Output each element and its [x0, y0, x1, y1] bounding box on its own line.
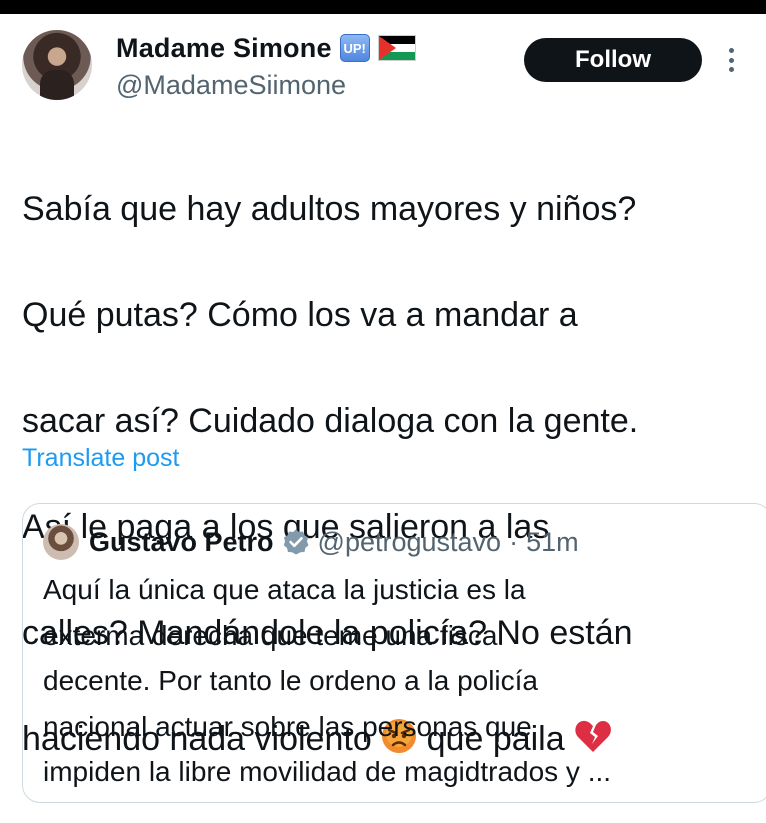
quoted-line: nacional actuar sobre las personas que	[43, 710, 532, 742]
author-name-row: Madame Simone UP!	[116, 32, 416, 64]
tweet-line: sacar así? Cuidado dialoga con la gente.	[22, 402, 639, 440]
more-vertical-icon[interactable]	[722, 44, 740, 76]
author-handle[interactable]: @MadameSiimone	[116, 70, 346, 101]
quoted-author-handle[interactable]: @petrogustavo	[318, 527, 502, 558]
quoted-line: impiden la libre movilidad de magidtrado…	[43, 756, 612, 787]
tweet-line: Qué putas? Cómo los va a mandar a	[22, 296, 578, 334]
tweet-line: Sabía que hay adultos mayores y niños?	[22, 190, 637, 228]
quoted-line: exterma derecha que teme una fiscal	[43, 619, 504, 651]
verified-badge-icon	[282, 528, 310, 556]
quoted-tweet-text: Aquí la única que ataca la justicia es l…	[43, 567, 733, 795]
translate-post-link[interactable]: Translate post	[22, 444, 179, 473]
quoted-author-name[interactable]: Gustavo Petro	[89, 527, 274, 558]
author-avatar[interactable]	[22, 30, 92, 100]
up-badge-icon: UP!	[339, 34, 370, 62]
status-bar	[0, 0, 766, 14]
quoted-tweet-header: Gustavo Petro @petrogustavo · 51m	[89, 522, 579, 562]
quoted-tweet-time[interactable]: 51m	[526, 527, 579, 558]
palestine-flag-icon	[377, 35, 416, 61]
quoted-author-avatar[interactable]	[43, 524, 79, 560]
follow-button[interactable]: Follow	[524, 38, 702, 82]
quoted-line: decente. Por tanto le ordeno a la policí…	[43, 665, 539, 696]
separator-dot: ·	[509, 526, 519, 557]
author-display-name[interactable]: Madame Simone	[116, 33, 332, 64]
quoted-tweet-card[interactable]: Gustavo Petro @petrogustavo · 51m Aquí l…	[22, 503, 766, 803]
quoted-line: Aquí la única que ataca la justicia es l…	[43, 574, 526, 605]
